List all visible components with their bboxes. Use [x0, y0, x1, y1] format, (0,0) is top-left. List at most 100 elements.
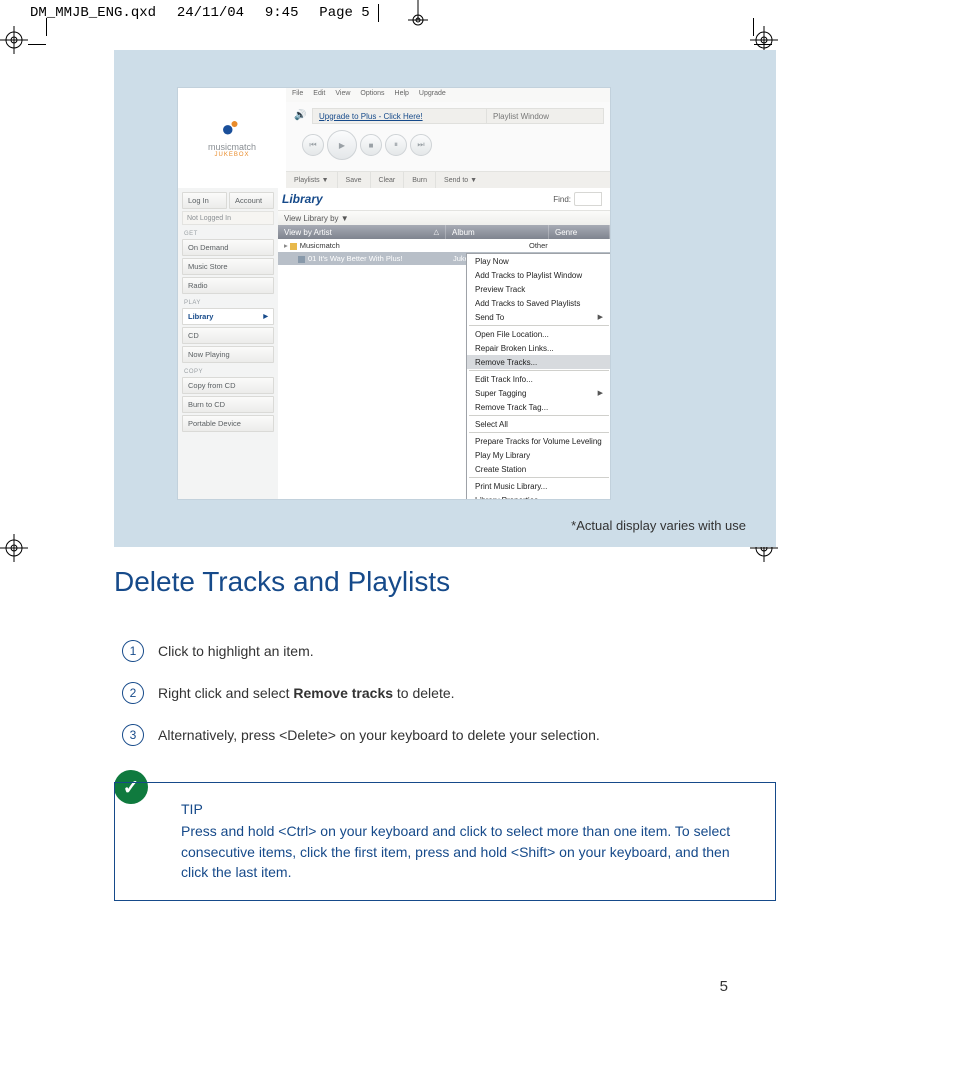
col-artist[interactable]: View by Artist△	[278, 225, 446, 239]
chevron-right-icon: ▶	[598, 389, 603, 397]
display-note: *Actual display varies with use	[571, 518, 746, 533]
page-heading: Delete Tracks and Playlists	[114, 566, 450, 598]
screenshot-panel: ●● musicmatch JUKEBOX File Edit View Opt…	[114, 50, 776, 547]
slug-time: 9:45	[265, 5, 299, 21]
play-button[interactable]: ▶	[327, 130, 357, 160]
save-button[interactable]: Save	[338, 172, 371, 188]
next-button[interactable]: ⏭	[410, 134, 432, 156]
registration-mark	[0, 534, 24, 558]
context-menu-item[interactable]: Select All	[467, 417, 610, 431]
registration-mark	[0, 26, 24, 50]
context-menu-item[interactable]: Add Tracks to Playlist Window	[467, 268, 610, 282]
step-number: 2	[122, 682, 144, 704]
context-menu-item[interactable]: Print Music Library...	[467, 479, 610, 493]
find-area: Find:	[553, 192, 602, 206]
artist-icon	[290, 243, 297, 250]
context-menu-item[interactable]: Edit Track Info...	[467, 372, 610, 386]
upgrade-banner[interactable]: Upgrade to Plus - Click Here!	[312, 108, 506, 124]
section-get: GET	[184, 231, 274, 237]
sidebar-musicstore[interactable]: Music Store	[182, 258, 274, 275]
crop-mark	[46, 18, 47, 36]
context-menu-item[interactable]: Play Now	[467, 254, 610, 268]
volume-icon[interactable]: 🔊	[294, 110, 306, 121]
context-menu-item[interactable]: Library Properties...	[467, 493, 610, 499]
slug-page: Page 5	[319, 5, 369, 21]
transport-controls: ⏮ ▶ ■ ⏸ ⏭	[302, 130, 432, 160]
section-copy: COPY	[184, 369, 274, 375]
context-menu-item[interactable]: Remove Track Tag...	[467, 400, 610, 414]
page-number: 5	[720, 978, 728, 995]
track-icon	[298, 256, 305, 263]
sidebar-library[interactable]: Library▶	[182, 308, 274, 325]
section-play: PLAY	[184, 300, 274, 306]
step-text: Right click and select Remove tracks to …	[158, 684, 455, 703]
chevron-right-icon: ▶	[263, 313, 268, 320]
tip-body: Press and hold <Ctrl> on your keyboard a…	[181, 823, 730, 880]
player-area: 🔊 Upgrade to Plus - Click Here! Playlist…	[286, 102, 610, 188]
pause-button[interactable]: ⏸	[385, 134, 407, 156]
sidebar-cd[interactable]: CD	[182, 327, 274, 344]
sidebar: Log In Account Not Logged In GET On Dema…	[182, 192, 274, 434]
prev-button[interactable]: ⏮	[302, 134, 324, 156]
col-album[interactable]: Album	[446, 225, 549, 239]
step-number: 3	[122, 724, 144, 746]
slug-file: DM_MMJB_ENG.qxd	[30, 5, 156, 21]
sidebar-portable[interactable]: Portable Device	[182, 415, 274, 432]
context-menu-item[interactable]: Play My Library	[467, 448, 610, 462]
find-input[interactable]	[574, 192, 602, 206]
context-menu-item[interactable]: Remove Tracks...	[467, 355, 610, 369]
context-menu-item[interactable]: Add Tracks to Saved Playlists	[467, 296, 610, 310]
context-menu-item[interactable]: Preview Track	[467, 282, 610, 296]
slug-date: 24/11/04	[177, 5, 244, 21]
login-status: Not Logged In	[182, 211, 274, 225]
crop-mark	[28, 44, 46, 45]
library-main: Library Find: View Library by ▼ View by …	[278, 188, 610, 499]
step-text: Alternatively, press <Delete> on your ke…	[158, 726, 600, 745]
tip-box: TIP Press and hold <Ctrl> on your keyboa…	[114, 782, 776, 901]
expand-icon[interactable]: ▸	[284, 241, 288, 250]
stop-button[interactable]: ■	[360, 134, 382, 156]
step-text: Click to highlight an item.	[158, 642, 314, 661]
sidebar-burntocd[interactable]: Burn to CD	[182, 396, 274, 413]
context-menu-item[interactable]: Open File Location...	[467, 327, 610, 341]
step-number: 1	[122, 640, 144, 662]
context-menu-item[interactable]: Prepare Tracks for Volume Leveling	[467, 434, 610, 448]
sendto-dropdown[interactable]: Send to ▼	[436, 172, 485, 188]
playlists-dropdown[interactable]: Playlists ▼	[286, 172, 338, 188]
crop-mark	[754, 44, 772, 45]
logo-text: musicmatch	[208, 142, 256, 152]
col-genre[interactable]: Genre	[549, 225, 610, 239]
account-button[interactable]: Account	[229, 192, 274, 209]
tip-title: TIP	[181, 799, 757, 819]
app-screenshot: ●● musicmatch JUKEBOX File Edit View Opt…	[178, 88, 610, 499]
sidebar-copyfromcd[interactable]: Copy from CD	[182, 377, 274, 394]
table-row[interactable]: ▸Musicmatch Other	[278, 239, 610, 252]
top-crop-mark	[408, 0, 428, 30]
sidebar-nowplaying[interactable]: Now Playing	[182, 346, 274, 363]
login-button[interactable]: Log In	[182, 192, 227, 209]
sidebar-ondemand[interactable]: On Demand	[182, 239, 274, 256]
logo-subtext: JUKEBOX	[214, 152, 249, 158]
context-menu-item[interactable]: Send To▶	[467, 310, 610, 324]
crop-mark	[753, 18, 754, 36]
step-2: 2 Right click and select Remove tracks t…	[122, 684, 762, 704]
column-headers: View by Artist△ Album Genre	[278, 225, 610, 239]
app-logo: ●● musicmatch JUKEBOX	[178, 88, 286, 188]
playlist-window-label: Playlist Window	[486, 108, 604, 124]
manual-page: DM_MMJB_ENG.qxd 24/11/04 9:45 Page 5 ●● …	[0, 0, 954, 1092]
clear-button[interactable]: Clear	[371, 172, 405, 188]
context-menu-item[interactable]: Repair Broken Links...	[467, 341, 610, 355]
context-menu-item[interactable]: Super Tagging▶	[467, 386, 610, 400]
context-menu: Play NowAdd Tracks to Playlist WindowPre…	[466, 253, 610, 499]
print-slug: DM_MMJB_ENG.qxd 24/11/04 9:45 Page 5	[30, 4, 379, 22]
sidebar-radio[interactable]: Radio	[182, 277, 274, 294]
library-tab[interactable]: Library	[282, 188, 323, 210]
step-3: 3 Alternatively, press <Delete> on your …	[122, 726, 762, 746]
burn-button[interactable]: Burn	[404, 172, 436, 188]
playlist-toolbar: Playlists ▼ Save Clear Burn Send to ▼	[286, 171, 610, 188]
context-menu-item[interactable]: Create Station	[467, 462, 610, 476]
steps-list: 1 Click to highlight an item. 2 Right cl…	[122, 620, 762, 746]
step-1: 1 Click to highlight an item.	[122, 642, 762, 662]
find-label: Find:	[553, 195, 571, 204]
chevron-right-icon: ▶	[598, 313, 603, 321]
